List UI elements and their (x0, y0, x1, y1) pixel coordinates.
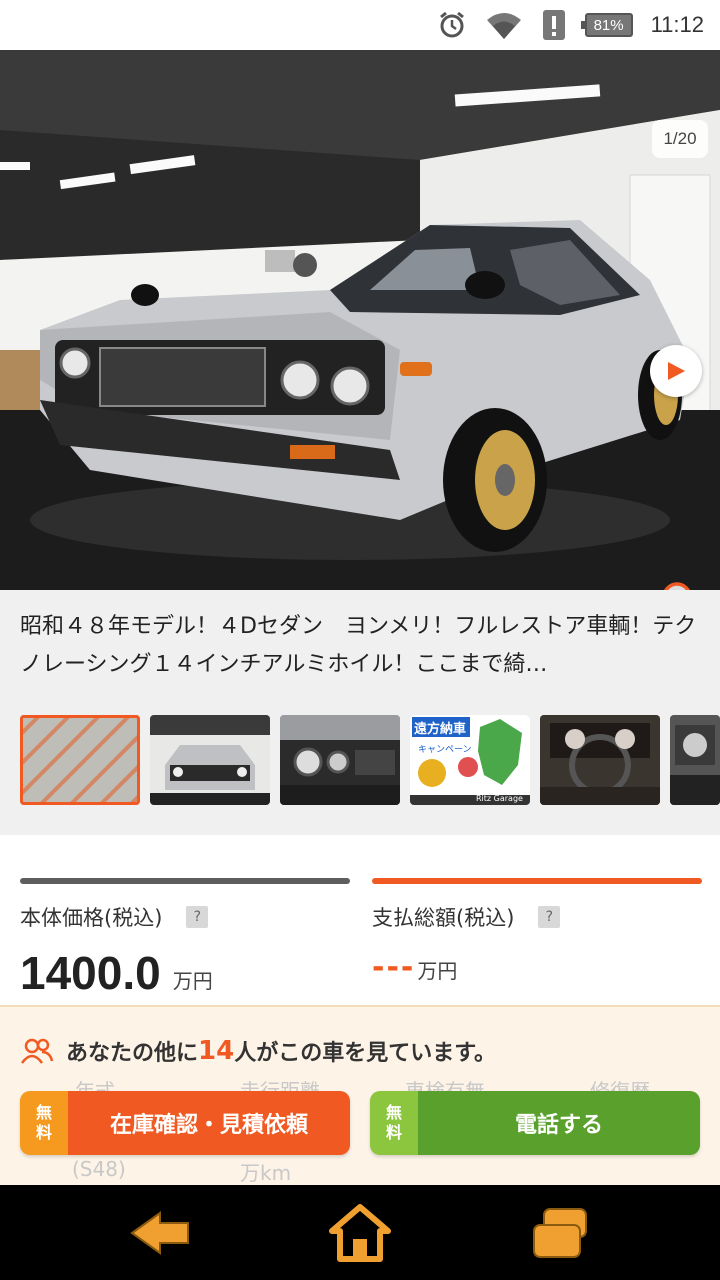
thumbnail-5[interactable] (540, 715, 660, 805)
thumbnail-1[interactable] (20, 715, 140, 805)
alert-icon (542, 10, 565, 40)
photo-counter: 1/20 (652, 120, 708, 158)
help-icon[interactable]: ? (186, 906, 209, 928)
inquiry-button[interactable]: 無料 在庫確認・見積依頼 (20, 1091, 350, 1155)
total-price-unit: 万円 (417, 959, 458, 983)
ad-brand: Ritz Garage (476, 794, 523, 803)
viewers-count: 14 (198, 1036, 235, 1066)
body-price-label: 本体価格(税込) (20, 906, 163, 930)
alarm-icon (439, 11, 464, 38)
contact-panel: 年式 走行距離 車検有無 修復歴 (S48) 万km あなたの他に 14 人がこ… (0, 1005, 720, 1187)
thumbnail-4-delivery-ad[interactable]: 遠方納車 キャンペーン Ritz Garage (410, 715, 530, 805)
listing-title: 昭和４８年モデル！４Dセダン ヨンメリ！フルレストア車輌！テクノレーシング１４イ… (20, 614, 697, 677)
status-bar: 81% 11:12 (0, 0, 720, 50)
price-section: 本体価格(税込) ? 1400.0 万円 支払総額(税込) ? --- 万円 (0, 835, 720, 1015)
navigation-bar (0, 1185, 720, 1280)
thumbnail-3[interactable] (280, 715, 400, 805)
free-badge: 無料 (370, 1091, 418, 1155)
viewers-prefix: あなたの他に (66, 1041, 199, 1066)
battery-indicator: 81% (580, 13, 633, 37)
people-icon (20, 1038, 54, 1064)
wifi-icon (486, 13, 521, 39)
zoom-icon[interactable] (660, 580, 700, 590)
thumbnail-6[interactable] (670, 715, 720, 805)
ad-subtitle: キャンペーン (418, 745, 472, 755)
help-icon[interactable]: ? (538, 906, 561, 928)
recent-apps-icon[interactable] (528, 1203, 592, 1263)
inquiry-button-label: 在庫確認・見積依頼 (68, 1091, 350, 1155)
clock: 11:12 (650, 12, 704, 37)
total-price: 支払総額(税込) ? --- 万円 (372, 878, 702, 988)
viewers-notice: あなたの他に 14 人がこの車を見ています。 (20, 1035, 496, 1067)
total-price-label: 支払総額(税込) (372, 906, 515, 930)
total-price-value: --- (372, 950, 416, 985)
back-icon[interactable] (128, 1203, 192, 1263)
body-price: 本体価格(税込) ? 1400.0 万円 (20, 878, 350, 998)
thumbnail-2[interactable] (150, 715, 270, 805)
total-price-bar (372, 878, 702, 884)
ad-title: 遠方納車 (414, 722, 467, 737)
car-photo-image (0, 50, 720, 590)
free-badge: 無料 (20, 1091, 68, 1155)
call-button-label: 電話する (418, 1091, 700, 1155)
body-price-unit: 万円 (172, 969, 213, 993)
viewers-suffix: 人がこの車を見ています。 (234, 1041, 497, 1066)
next-photo-button[interactable] (650, 345, 702, 397)
thumbnail-strip[interactable]: 遠方納車 キャンペーン Ritz Garage (20, 715, 720, 805)
play-arrow-icon (668, 362, 685, 380)
call-button[interactable]: 無料 電話する (370, 1091, 700, 1155)
body-price-value: 1400.0 (20, 947, 161, 999)
home-icon[interactable] (328, 1203, 392, 1263)
listing-summary: 昭和４８年モデル！４Dセダン ヨンメリ！フルレストア車輌！テクノレーシング１４イ… (0, 590, 720, 835)
spec-year-value: (S48) (72, 1157, 126, 1181)
body-price-bar (20, 878, 350, 884)
spec-mileage-unit: 万km (240, 1161, 292, 1185)
car-main-photo[interactable]: 1/20 (0, 50, 720, 590)
